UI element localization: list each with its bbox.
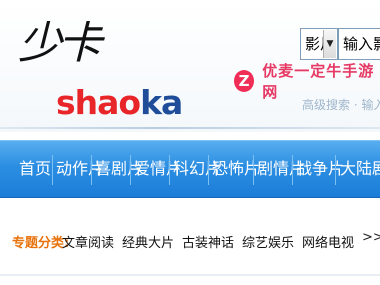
search-type-select[interactable]: 影片 ▼ — [300, 28, 338, 60]
search-hint-text: 高级搜索 · 输入关键 — [302, 98, 380, 112]
nav-separator — [91, 155, 92, 185]
nav-separator — [292, 155, 293, 185]
main-nav: 首页 动作片 喜剧片 爱情片 科幻片 恐怖片 剧情片 战争片 大陆剧 — [0, 140, 380, 198]
topic-link-variety[interactable]: 综艺娱乐 — [242, 232, 294, 251]
nav-separator — [130, 155, 131, 185]
search-input[interactable]: 输入影片 — [338, 28, 380, 60]
more-arrow-icon[interactable]: >> — [362, 230, 380, 245]
logo-wordmark-ka: ka — [140, 83, 183, 122]
nav-item-home[interactable]: 首页 — [19, 141, 51, 199]
logo-wordmark-shao: shao — [56, 83, 141, 122]
nav-separator — [169, 155, 170, 185]
nav-separator — [52, 155, 53, 185]
topic-label: 专题分类: — [12, 236, 70, 251]
topic-link-web-tv[interactable]: 网络电视 — [302, 232, 354, 251]
nav-item-war[interactable]: 战争片 — [296, 141, 344, 199]
nav-item-mainland-drama[interactable]: 大陆剧 — [340, 141, 380, 199]
header-divider — [0, 127, 380, 129]
logo-chinese[interactable]: 少卡 — [18, 22, 102, 66]
topic-bar: 专题分类: 文章阅读 经典大片 古装神话 综艺娱乐 网络电视 >> — [0, 198, 380, 276]
watermark-badge: Z 优麦一定牛手游网 — [234, 62, 380, 101]
nav-separator — [208, 155, 209, 185]
watermark-logo-icon: Z — [234, 70, 255, 92]
topic-link-articles[interactable]: 文章阅读 — [62, 232, 114, 251]
topic-link-costume-myth[interactable]: 古装神话 — [182, 232, 234, 251]
nav-separator — [335, 155, 336, 185]
topic-link-classic-films[interactable]: 经典大片 — [122, 232, 174, 251]
chevron-down-icon[interactable]: ▼ — [323, 30, 336, 58]
site-header: 少卡 shaoka 影片 ▼ 输入影片 Z 优麦一定牛手游网 高级搜索 · 输入… — [0, 0, 380, 132]
logo-wordmark[interactable]: shaoka — [56, 83, 183, 122]
nav-separator — [253, 155, 254, 185]
